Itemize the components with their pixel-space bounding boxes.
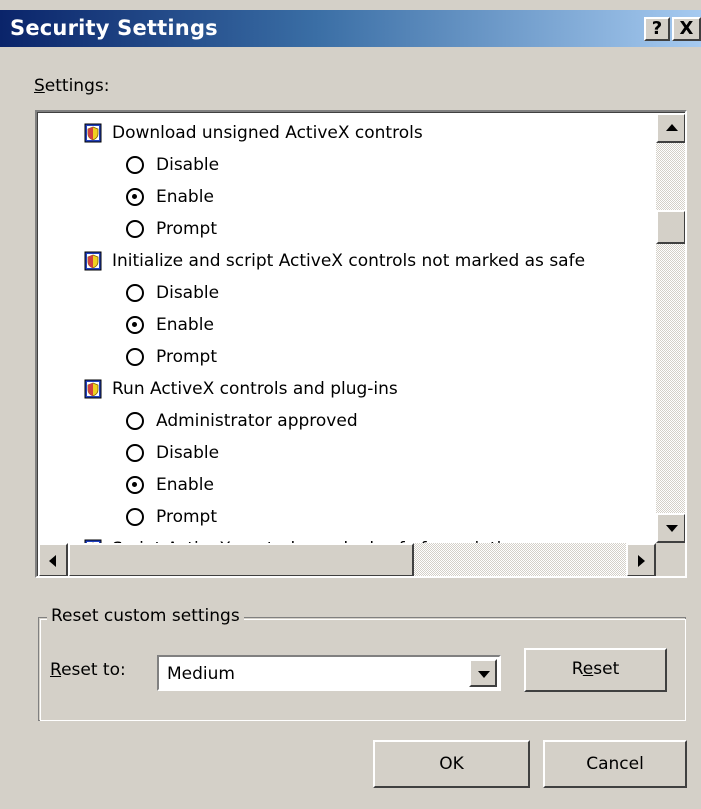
radio-icon[interactable] xyxy=(126,284,144,302)
scrollbar-corner xyxy=(656,543,685,576)
category-label: Download unsigned ActiveX controls xyxy=(112,123,423,143)
right-arrow-icon xyxy=(638,555,645,567)
security-zone-icon xyxy=(84,123,102,143)
option-label: Enable xyxy=(156,475,214,495)
settings-option[interactable]: Enable xyxy=(126,469,214,501)
settings-option[interactable]: Disable xyxy=(126,149,219,181)
up-arrow-icon xyxy=(666,124,678,131)
settings-option[interactable]: Disable xyxy=(126,277,219,309)
reset-to-dropdown[interactable]: Medium xyxy=(157,655,501,691)
title-bar[interactable]: Security Settings ? X xyxy=(0,10,701,47)
settings-label: Settings: xyxy=(34,76,109,96)
option-label: Prompt xyxy=(156,507,217,527)
cancel-button[interactable]: Cancel xyxy=(543,740,687,788)
category-label: Run ActiveX controls and plug-ins xyxy=(112,379,398,399)
radio-icon[interactable] xyxy=(126,156,144,174)
help-button[interactable]: ? xyxy=(644,17,670,41)
settings-rows: Download unsigned ActiveX controls Disabl… xyxy=(38,113,658,543)
security-settings-dialog: Security Settings ? X Settings: Download… xyxy=(0,0,701,809)
horizontal-scrollbar[interactable] xyxy=(38,543,656,576)
vertical-scroll-thumb[interactable] xyxy=(656,210,685,244)
category-label: Initialize and script ActiveX controls n… xyxy=(112,251,586,271)
option-label: Disable xyxy=(156,155,220,175)
settings-option[interactable]: Prompt xyxy=(126,341,217,373)
radio-icon[interactable] xyxy=(126,348,144,366)
option-label: Disable xyxy=(156,283,220,303)
radio-selected-icon[interactable] xyxy=(126,476,144,494)
option-label: Prompt xyxy=(156,219,217,239)
security-zone-icon xyxy=(84,251,102,271)
settings-category: Initialize and script ActiveX controls n… xyxy=(84,245,585,277)
reset-button[interactable]: Reset xyxy=(524,648,667,692)
settings-option[interactable]: Enable xyxy=(126,309,214,341)
reset-group-legend: Reset custom settings xyxy=(47,606,244,626)
close-button[interactable]: X xyxy=(672,17,701,41)
left-arrow-icon xyxy=(49,555,56,567)
vertical-scrollbar[interactable] xyxy=(656,113,685,543)
reset-to-mnemonic: R xyxy=(50,660,62,680)
reset-button-mnemonic: e xyxy=(582,659,594,679)
radio-icon[interactable] xyxy=(126,220,144,238)
settings-list[interactable]: Download unsigned ActiveX controls Disabl… xyxy=(35,110,687,578)
reset-to-rest: eset to: xyxy=(61,660,126,680)
option-label: Prompt xyxy=(156,347,217,367)
radio-selected-icon[interactable] xyxy=(126,316,144,334)
reset-button-label-a: R xyxy=(571,659,583,679)
chevron-down-icon xyxy=(478,671,490,678)
radio-icon[interactable] xyxy=(126,412,144,430)
reset-button-label-b: set xyxy=(593,659,620,679)
radio-icon[interactable] xyxy=(126,444,144,462)
scroll-up-button[interactable] xyxy=(656,113,685,143)
settings-category: Script ActiveX controls marked safe for … xyxy=(84,533,523,543)
dropdown-button[interactable] xyxy=(469,659,497,687)
settings-category: Download unsigned ActiveX controls xyxy=(84,117,423,149)
scroll-right-button[interactable] xyxy=(626,543,656,576)
window-title: Security Settings xyxy=(10,16,218,40)
option-label: Enable xyxy=(156,315,214,335)
ok-button[interactable]: OK xyxy=(373,740,530,788)
radio-selected-icon[interactable] xyxy=(126,188,144,206)
scroll-down-button[interactable] xyxy=(656,513,685,543)
horizontal-scroll-thumb[interactable] xyxy=(68,543,414,576)
settings-list-frame: Download unsigned ActiveX controls Disabl… xyxy=(37,112,685,576)
scroll-left-button[interactable] xyxy=(38,543,68,576)
settings-option[interactable]: Administrator approved xyxy=(126,405,358,437)
settings-label-rest: ettings: xyxy=(44,76,110,96)
option-label: Disable xyxy=(156,443,220,463)
option-label: Administrator approved xyxy=(156,411,358,431)
settings-option[interactable]: Enable xyxy=(126,181,214,213)
reset-to-value: Medium xyxy=(167,664,235,684)
radio-icon[interactable] xyxy=(126,508,144,526)
security-zone-icon xyxy=(84,379,102,399)
option-label: Enable xyxy=(156,187,214,207)
settings-category: Run ActiveX controls and plug-ins xyxy=(84,373,398,405)
settings-option[interactable]: Prompt xyxy=(126,213,217,245)
down-arrow-icon xyxy=(666,525,678,532)
settings-label-mnemonic: S xyxy=(34,76,45,96)
settings-option[interactable]: Prompt xyxy=(126,501,217,533)
settings-option[interactable]: Disable xyxy=(126,437,219,469)
reset-to-label: Reset to: xyxy=(50,660,126,680)
